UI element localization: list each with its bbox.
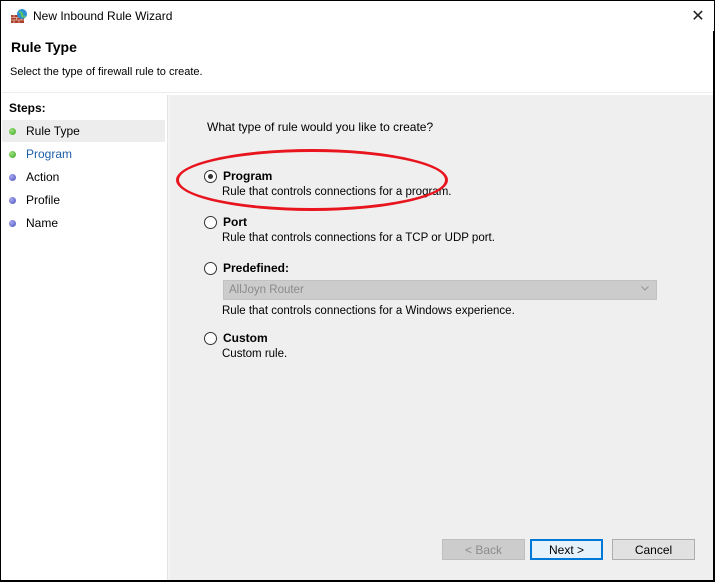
predefined-radio[interactable]	[204, 262, 217, 275]
step-label: Profile	[26, 193, 61, 207]
rule-type-question: What type of rule would you like to crea…	[207, 120, 434, 134]
predefined-dropdown[interactable]: AllJoyn Router	[223, 280, 657, 300]
window-title: New Inbound Rule Wizard	[33, 9, 173, 23]
next-button[interactable]: Next >	[530, 539, 603, 560]
step-pending-icon	[9, 219, 16, 227]
main-panel: What type of rule would you like to crea…	[170, 95, 713, 580]
step-label: Rule Type	[26, 124, 80, 138]
step-program[interactable]: Program	[2, 143, 165, 165]
step-action: Action	[2, 166, 165, 188]
step-complete-icon	[9, 127, 16, 135]
port-radio[interactable]	[204, 216, 217, 229]
custom-radio[interactable]	[204, 332, 217, 345]
header-divider	[2, 92, 713, 93]
page-title: Rule Type	[11, 39, 77, 55]
option-label[interactable]: Predefined:	[223, 261, 289, 275]
step-complete-icon	[9, 150, 16, 158]
cancel-button[interactable]: Cancel	[612, 539, 695, 560]
option-description: Custom rule.	[222, 348, 288, 360]
step-pending-icon	[9, 173, 16, 181]
steps-sidebar: Steps: Rule Type Program Action Profile …	[2, 95, 168, 580]
option-label[interactable]: Custom	[223, 331, 268, 345]
title-bar: New Inbound Rule Wizard ✕	[1, 1, 714, 31]
option-label[interactable]: Port	[223, 215, 247, 229]
step-rule-type: Rule Type	[2, 120, 165, 142]
close-icon: ✕	[691, 8, 705, 25]
step-name: Name	[2, 212, 165, 234]
program-radio[interactable]	[204, 170, 217, 183]
chevron-down-icon	[640, 283, 650, 296]
step-pending-icon	[9, 196, 16, 204]
back-button[interactable]: < Back	[442, 539, 525, 560]
page-subtitle: Select the type of firewall rule to crea…	[10, 66, 203, 78]
close-button[interactable]: ✕	[682, 1, 714, 31]
option-label[interactable]: Program	[223, 169, 272, 183]
step-label: Name	[26, 216, 59, 230]
option-description: Rule that controls connections for a Win…	[222, 305, 515, 317]
step-label[interactable]: Program	[26, 147, 72, 161]
wizard-window: New Inbound Rule Wizard ✕ Rule Type Sele…	[0, 0, 715, 582]
dropdown-value: AllJoyn Router	[229, 284, 304, 296]
option-description: Rule that controls connections for a TCP…	[222, 232, 495, 244]
step-label: Action	[26, 170, 60, 184]
step-profile: Profile	[2, 189, 165, 211]
option-description: Rule that controls connections for a pro…	[222, 186, 452, 198]
steps-heading: Steps:	[9, 101, 46, 115]
firewall-icon	[10, 8, 28, 24]
